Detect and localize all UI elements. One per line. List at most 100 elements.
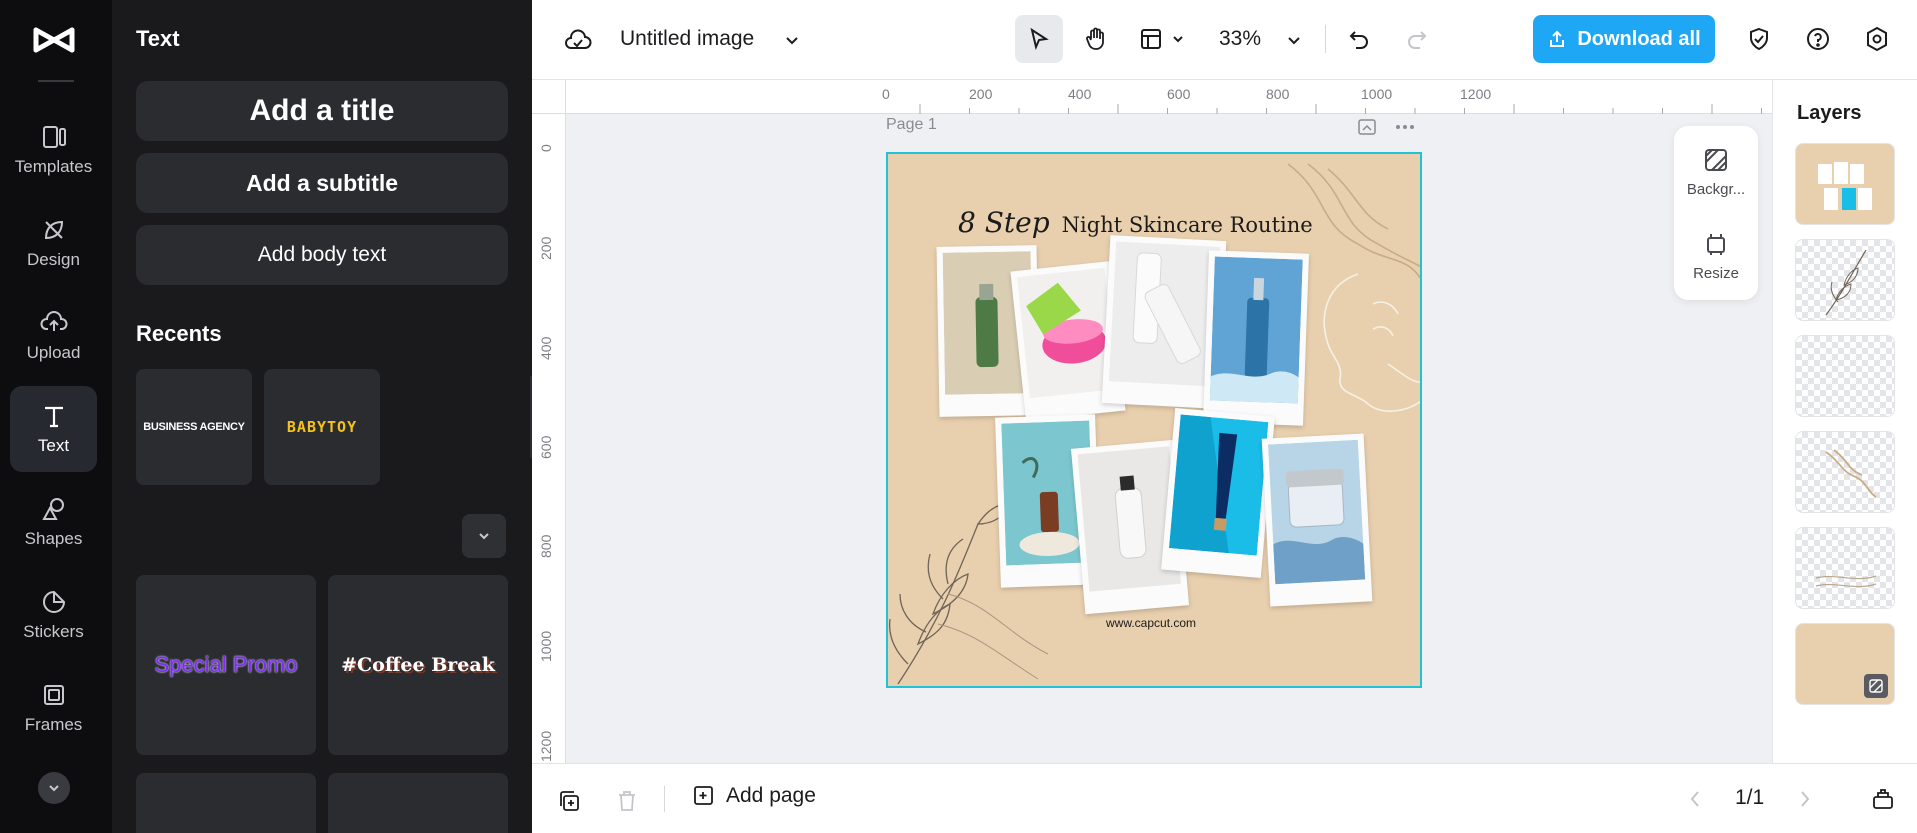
layers-panel: Layers — [1772, 80, 1917, 763]
download-all-label: Download all — [1577, 27, 1701, 50]
recent-text-label: BABYTOY — [286, 418, 358, 436]
help-button[interactable] — [1801, 22, 1835, 56]
zoom-dropdown-icon[interactable] — [1280, 26, 1308, 54]
lines-icon — [1815, 575, 1877, 588]
settings-button[interactable] — [1860, 22, 1894, 56]
product-photo — [1108, 241, 1221, 387]
canvas-workspace[interactable]: 0 200 400 600 800 1000 1200 0 200 400 60… — [532, 80, 1772, 763]
page-preview-button[interactable] — [1356, 116, 1378, 138]
text-template[interactable] — [328, 773, 508, 833]
add-subtitle-button[interactable]: Add a subtitle — [136, 153, 508, 213]
layer-thumbnail-background[interactable] — [1795, 623, 1895, 705]
top-bar: Untitled image 33% Download all — [532, 0, 1917, 80]
rail-item-frames[interactable]: Frames — [10, 665, 97, 751]
template-text: #Coffee Break — [341, 654, 495, 676]
layer-thumbnail-lines[interactable] — [1795, 527, 1895, 609]
shield-check-icon — [1750, 27, 1768, 51]
floating-tools: Backgr... Resize — [1674, 126, 1758, 300]
redo-button[interactable] — [1400, 22, 1434, 56]
hand-tool-button[interactable] — [1072, 15, 1120, 63]
ruler-label: 1000 — [1361, 86, 1393, 102]
add-title-button[interactable]: Add a title — [136, 81, 508, 141]
panel-title: Text — [136, 26, 180, 51]
delete-page-button[interactable] — [612, 786, 642, 816]
rail-item-text[interactable]: Text — [10, 386, 97, 472]
cursor-icon — [1030, 27, 1049, 51]
design-icon — [44, 220, 63, 240]
recent-text-business-agency[interactable]: BUSINESS AGENCY — [136, 369, 252, 485]
download-all-button[interactable]: Download all — [1533, 15, 1715, 63]
chevron-down-icon — [49, 785, 59, 792]
page-label: Page 1 — [886, 116, 937, 133]
background-tool-button[interactable]: Backgr... — [1674, 132, 1758, 212]
rail-label: Frames — [24, 715, 83, 734]
photo-cream-jar[interactable] — [1261, 433, 1373, 607]
pages-panel-button[interactable] — [1868, 784, 1898, 814]
design-title-rest: Night Skincare Routine — [1061, 213, 1313, 237]
rail-item-templates[interactable]: Templates — [10, 107, 97, 193]
rail-divider — [38, 80, 74, 82]
ruler-label: 600 — [1167, 86, 1191, 102]
undo-button[interactable] — [1342, 22, 1376, 56]
ruler-label: 200 — [538, 236, 554, 260]
ruler-label: 400 — [1068, 86, 1092, 102]
text-template-special-promo[interactable]: Special Promo — [136, 575, 316, 755]
chevron-down-icon — [479, 533, 489, 540]
rail-item-shapes[interactable]: Shapes — [10, 479, 97, 565]
design-canvas[interactable]: 8 Step Night Skincare Routine www.capcut… — [886, 152, 1422, 688]
ruler-label: 1200 — [1460, 86, 1492, 102]
rail-label: Shapes — [24, 529, 83, 548]
recent-text-babytoy[interactable]: BABYTOY — [264, 369, 380, 485]
rail-item-upload[interactable]: Upload — [10, 293, 97, 379]
duplicate-page-button[interactable] — [554, 786, 584, 816]
template-text: Special Promo — [154, 652, 298, 677]
help-icon — [1807, 28, 1829, 50]
shield-button[interactable] — [1742, 22, 1776, 56]
layer-thumbnail-leaf[interactable] — [1795, 239, 1895, 321]
ruler-label: 600 — [538, 435, 554, 459]
undo-icon — [1349, 31, 1368, 49]
expand-recents-button[interactable] — [462, 514, 506, 558]
rail-label: Stickers — [23, 622, 84, 641]
previous-page-button[interactable] — [1682, 786, 1708, 812]
product-photo — [1209, 256, 1303, 404]
capcut-logo-icon[interactable] — [32, 22, 76, 58]
text-template[interactable] — [136, 773, 316, 833]
waves-icon — [1825, 449, 1877, 498]
resize-tool-label: Resize — [1693, 264, 1739, 282]
product-photo — [1169, 414, 1269, 556]
ruler-label: 0 — [882, 86, 890, 102]
layer-thumbnail-photos[interactable] — [1795, 143, 1895, 225]
select-tool-button[interactable] — [1015, 15, 1063, 63]
title-dropdown-icon[interactable] — [778, 26, 806, 54]
photo-navy-tube[interactable] — [1161, 407, 1275, 579]
zoom-level[interactable]: 33% — [1219, 27, 1261, 51]
horizontal-ruler: 0 200 400 600 800 1000 1200 — [566, 80, 1772, 114]
text-template-coffee-break[interactable]: #Coffee Break — [328, 575, 508, 755]
add-body-text-button[interactable]: Add body text — [136, 225, 508, 285]
design-url[interactable]: www.capcut.com — [1106, 616, 1196, 630]
resize-tool-button[interactable]: Resize — [1674, 216, 1758, 296]
layer-thumbnail-face-line[interactable] — [1795, 335, 1895, 417]
layout-menu-button[interactable] — [1132, 20, 1192, 58]
rail-more-button[interactable] — [38, 772, 70, 804]
rail-label: Templates — [14, 157, 93, 176]
design-title[interactable]: 8 Step Night Skincare Routine — [958, 206, 1313, 239]
page-more-button[interactable] — [1392, 116, 1418, 138]
duplicate-icon — [560, 791, 579, 811]
next-page-button[interactable] — [1792, 786, 1818, 812]
add-page-button[interactable]: Add page — [692, 784, 816, 808]
background-icon — [1869, 679, 1883, 693]
document-title[interactable]: Untitled image — [620, 27, 754, 51]
ruler-label: 800 — [1266, 86, 1290, 102]
rail-item-design[interactable]: Design — [10, 200, 97, 286]
rail-item-stickers[interactable]: Stickers — [10, 572, 97, 658]
design-title-script: 8 Step — [958, 206, 1050, 239]
hand-icon — [1086, 27, 1104, 50]
ruler-label: 0 — [538, 144, 554, 152]
cloud-sync-icon[interactable] — [562, 24, 594, 56]
layer-thumbnail-waves[interactable] — [1795, 431, 1895, 513]
vertical-ruler: 0 200 400 600 800 1000 1200 — [532, 114, 566, 763]
photo-blue-serum[interactable] — [1203, 250, 1309, 426]
bottom-bar: Add page 1/1 — [532, 763, 1917, 833]
